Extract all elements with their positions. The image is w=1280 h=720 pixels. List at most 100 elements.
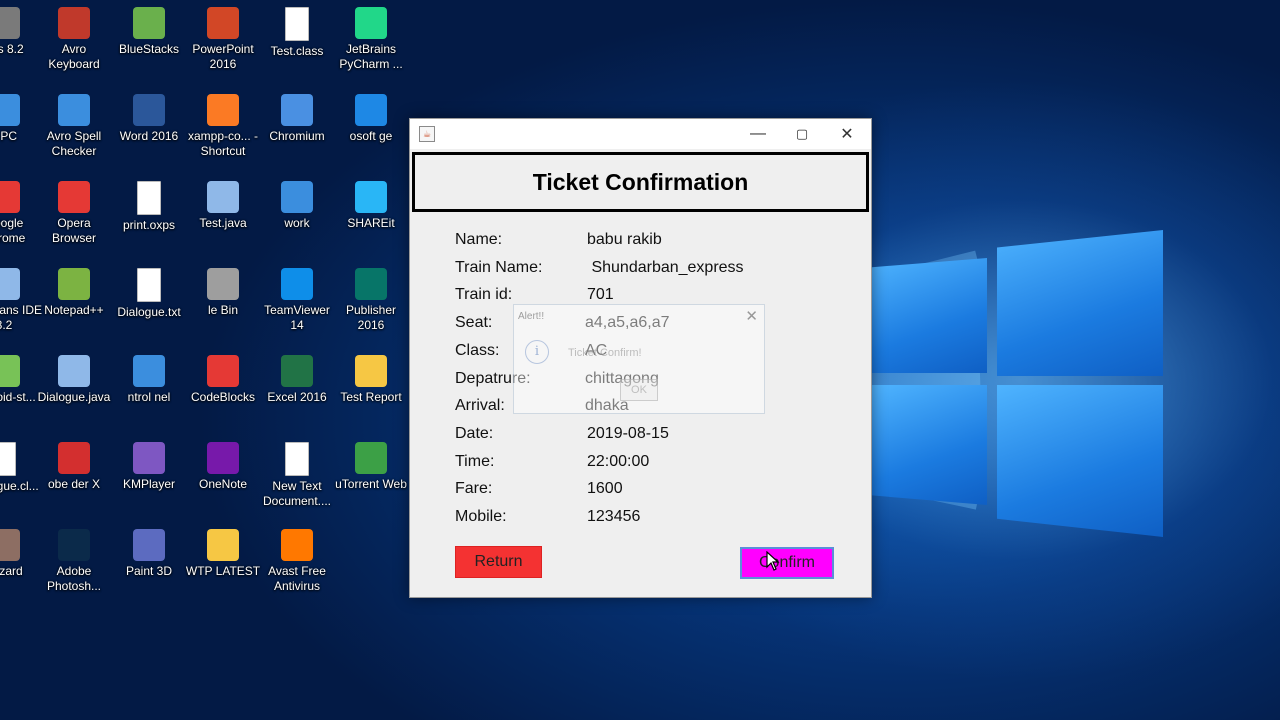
- desktop-icon-label: Adobe Photosh...: [46, 564, 102, 593]
- file-icon: [0, 442, 16, 476]
- desktop-icon[interactable]: work: [258, 181, 336, 231]
- desktop-icon-label: Test.class: [270, 44, 324, 58]
- desktop-icon-label: BlueStacks: [118, 42, 180, 56]
- field-label: Date:: [455, 425, 494, 442]
- file-icon: [285, 7, 309, 41]
- alert-ok-button[interactable]: OK: [620, 379, 658, 401]
- desktop-icon[interactable]: Test.java: [184, 181, 262, 231]
- alert-close-button[interactable]: ✕: [745, 307, 758, 325]
- info-icon: i: [525, 340, 549, 364]
- desktop-icon-label: Test Report: [340, 390, 402, 404]
- file-icon: [137, 181, 161, 215]
- photoshop-icon: [58, 529, 90, 561]
- word-icon: [133, 94, 165, 126]
- desktop-icon[interactable]: Opera Browser: [35, 181, 113, 246]
- desktop-icon[interactable]: ntrol nel: [110, 355, 188, 405]
- page-title: Ticket Confirmation: [412, 152, 869, 212]
- desktop-icon-label: JetBrains PyCharm ...: [339, 42, 403, 71]
- bluestacks-icon: [133, 7, 165, 39]
- desktop-icon[interactable]: Paint 3D: [110, 529, 188, 579]
- desktop-icon-label: Test.java: [199, 216, 247, 230]
- desktop-icon-label: TeamViewer 14: [264, 303, 330, 332]
- desktop-icon[interactable]: SHAREit: [332, 181, 410, 231]
- desktop-icon[interactable]: Dialogue.txt: [110, 268, 188, 320]
- desktop-icon[interactable]: Excel 2016: [258, 355, 336, 405]
- alert-dialog[interactable]: Alert!! ✕ i Ticket Confirm! OK: [513, 304, 765, 414]
- desktop-icon[interactable]: TeamViewer 14: [258, 268, 336, 333]
- xampp-icon: [207, 94, 239, 126]
- wizard-icon: [0, 529, 20, 561]
- desktop-icon[interactable]: Word 2016: [110, 94, 188, 144]
- desktop-icon[interactable]: Adobe Photosh...: [35, 529, 113, 594]
- desktop-icon[interactable]: New Text Document....: [258, 442, 336, 509]
- mouse-cursor-icon: [766, 551, 780, 571]
- desktop-icon[interactable]: le Bin: [184, 268, 262, 318]
- window-titlebar[interactable]: ☕ — ▢ ✕: [410, 119, 871, 149]
- ticket-confirmation-window[interactable]: ☕ — ▢ ✕ Ticket Confirmation Name: babu ra…: [409, 118, 872, 598]
- paint3d-icon: [133, 529, 165, 561]
- adobe-reader-icon: [58, 442, 90, 474]
- desktop-icon[interactable]: KMPlayer: [110, 442, 188, 492]
- confirm-button[interactable]: Confirm: [740, 547, 834, 579]
- control-panel-icon: [133, 355, 165, 387]
- desktop-icon-label: Avast Free Antivirus: [268, 564, 326, 593]
- chromium-icon: [281, 94, 313, 126]
- powerpoint-icon: [207, 7, 239, 39]
- desktop-icon-label: uTorrent Web: [335, 477, 407, 491]
- desktop-icon[interactable]: Chromium: [258, 94, 336, 144]
- desktop-icon[interactable]: Avast Free Antivirus: [258, 529, 336, 594]
- field-label: Seat:: [455, 314, 493, 331]
- field-label: Train id:: [455, 286, 513, 303]
- desktop-icon-label: Paint 3D: [125, 564, 173, 578]
- desktop-icon[interactable]: PowerPoint 2016: [184, 7, 262, 72]
- desktop-icon[interactable]: Dialogue.java: [35, 355, 113, 405]
- text-file-icon: [137, 268, 161, 302]
- field-label: Time:: [455, 453, 495, 470]
- java-file-icon: [58, 355, 90, 387]
- minimize-button[interactable]: —: [736, 119, 780, 149]
- avro-spell-icon: [58, 94, 90, 126]
- opera-icon: [58, 181, 90, 213]
- desktop-icon[interactable]: CodeBlocks: [184, 355, 262, 405]
- desktop-icon-label: OneNote: [198, 477, 248, 491]
- desktop-icon-label: Dialogue.java: [37, 390, 111, 404]
- desktop-icon[interactable]: Avro Spell Checker: [35, 94, 113, 159]
- desktop-icon-label: osoft ge: [349, 129, 393, 143]
- desktop-icon[interactable]: JetBrains PyCharm ...: [332, 7, 410, 72]
- desktop-icon[interactable]: xampp-co... - Shortcut: [184, 94, 262, 159]
- return-button[interactable]: Return: [455, 546, 542, 578]
- desktop-icon[interactable]: Avro Keyboard: [35, 7, 113, 72]
- desktop-icon[interactable]: OneNote: [184, 442, 262, 492]
- desktop-icon[interactable]: Test Report: [332, 355, 410, 405]
- edge-icon: [355, 94, 387, 126]
- kmplayer-icon: [133, 442, 165, 474]
- windows-logo-pane: [997, 230, 1163, 376]
- desktop-icon[interactable]: Test.class: [258, 7, 336, 59]
- desktop-icon-label: New Text Document....: [262, 479, 332, 508]
- desktop-icon[interactable]: print.oxps: [110, 181, 188, 233]
- desktop-icon[interactable]: uTorrent Web: [332, 442, 410, 492]
- desktop-icon[interactable]: osoft ge: [332, 94, 410, 144]
- desktop-icon-label: le Bin: [207, 303, 239, 317]
- alert-title: Alert!!: [518, 311, 545, 322]
- field-value: Shundarban_express: [587, 259, 744, 276]
- field-label: Fare:: [455, 480, 493, 497]
- utorrent-icon: [355, 442, 387, 474]
- field-value: 2019-08-15: [587, 425, 669, 442]
- desktop-icon-label: WTP LATEST: [185, 564, 261, 578]
- android-studio-icon: [0, 355, 20, 387]
- network-icon: [281, 181, 313, 213]
- desktop-icon[interactable]: obe der X: [35, 442, 113, 492]
- desktop-icon[interactable]: Publisher 2016: [332, 268, 410, 333]
- desktop-icon-label: Opera Browser: [51, 216, 96, 245]
- field-label: Mobile:: [455, 508, 507, 525]
- maximize-button[interactable]: ▢: [780, 119, 824, 149]
- desktop-icon-label: xampp-co... - Shortcut: [187, 129, 259, 158]
- avro-keyboard-icon: [58, 7, 90, 39]
- close-button[interactable]: ✕: [825, 119, 869, 149]
- desktop-icon[interactable]: Notepad++: [35, 268, 113, 318]
- desktop-icon[interactable]: BlueStacks: [110, 7, 188, 57]
- desktop-icon-label: PowerPoint 2016: [192, 42, 254, 71]
- desktop-icon[interactable]: WTP LATEST: [184, 529, 262, 579]
- desktop-icon-label: Avro Keyboard: [48, 42, 100, 71]
